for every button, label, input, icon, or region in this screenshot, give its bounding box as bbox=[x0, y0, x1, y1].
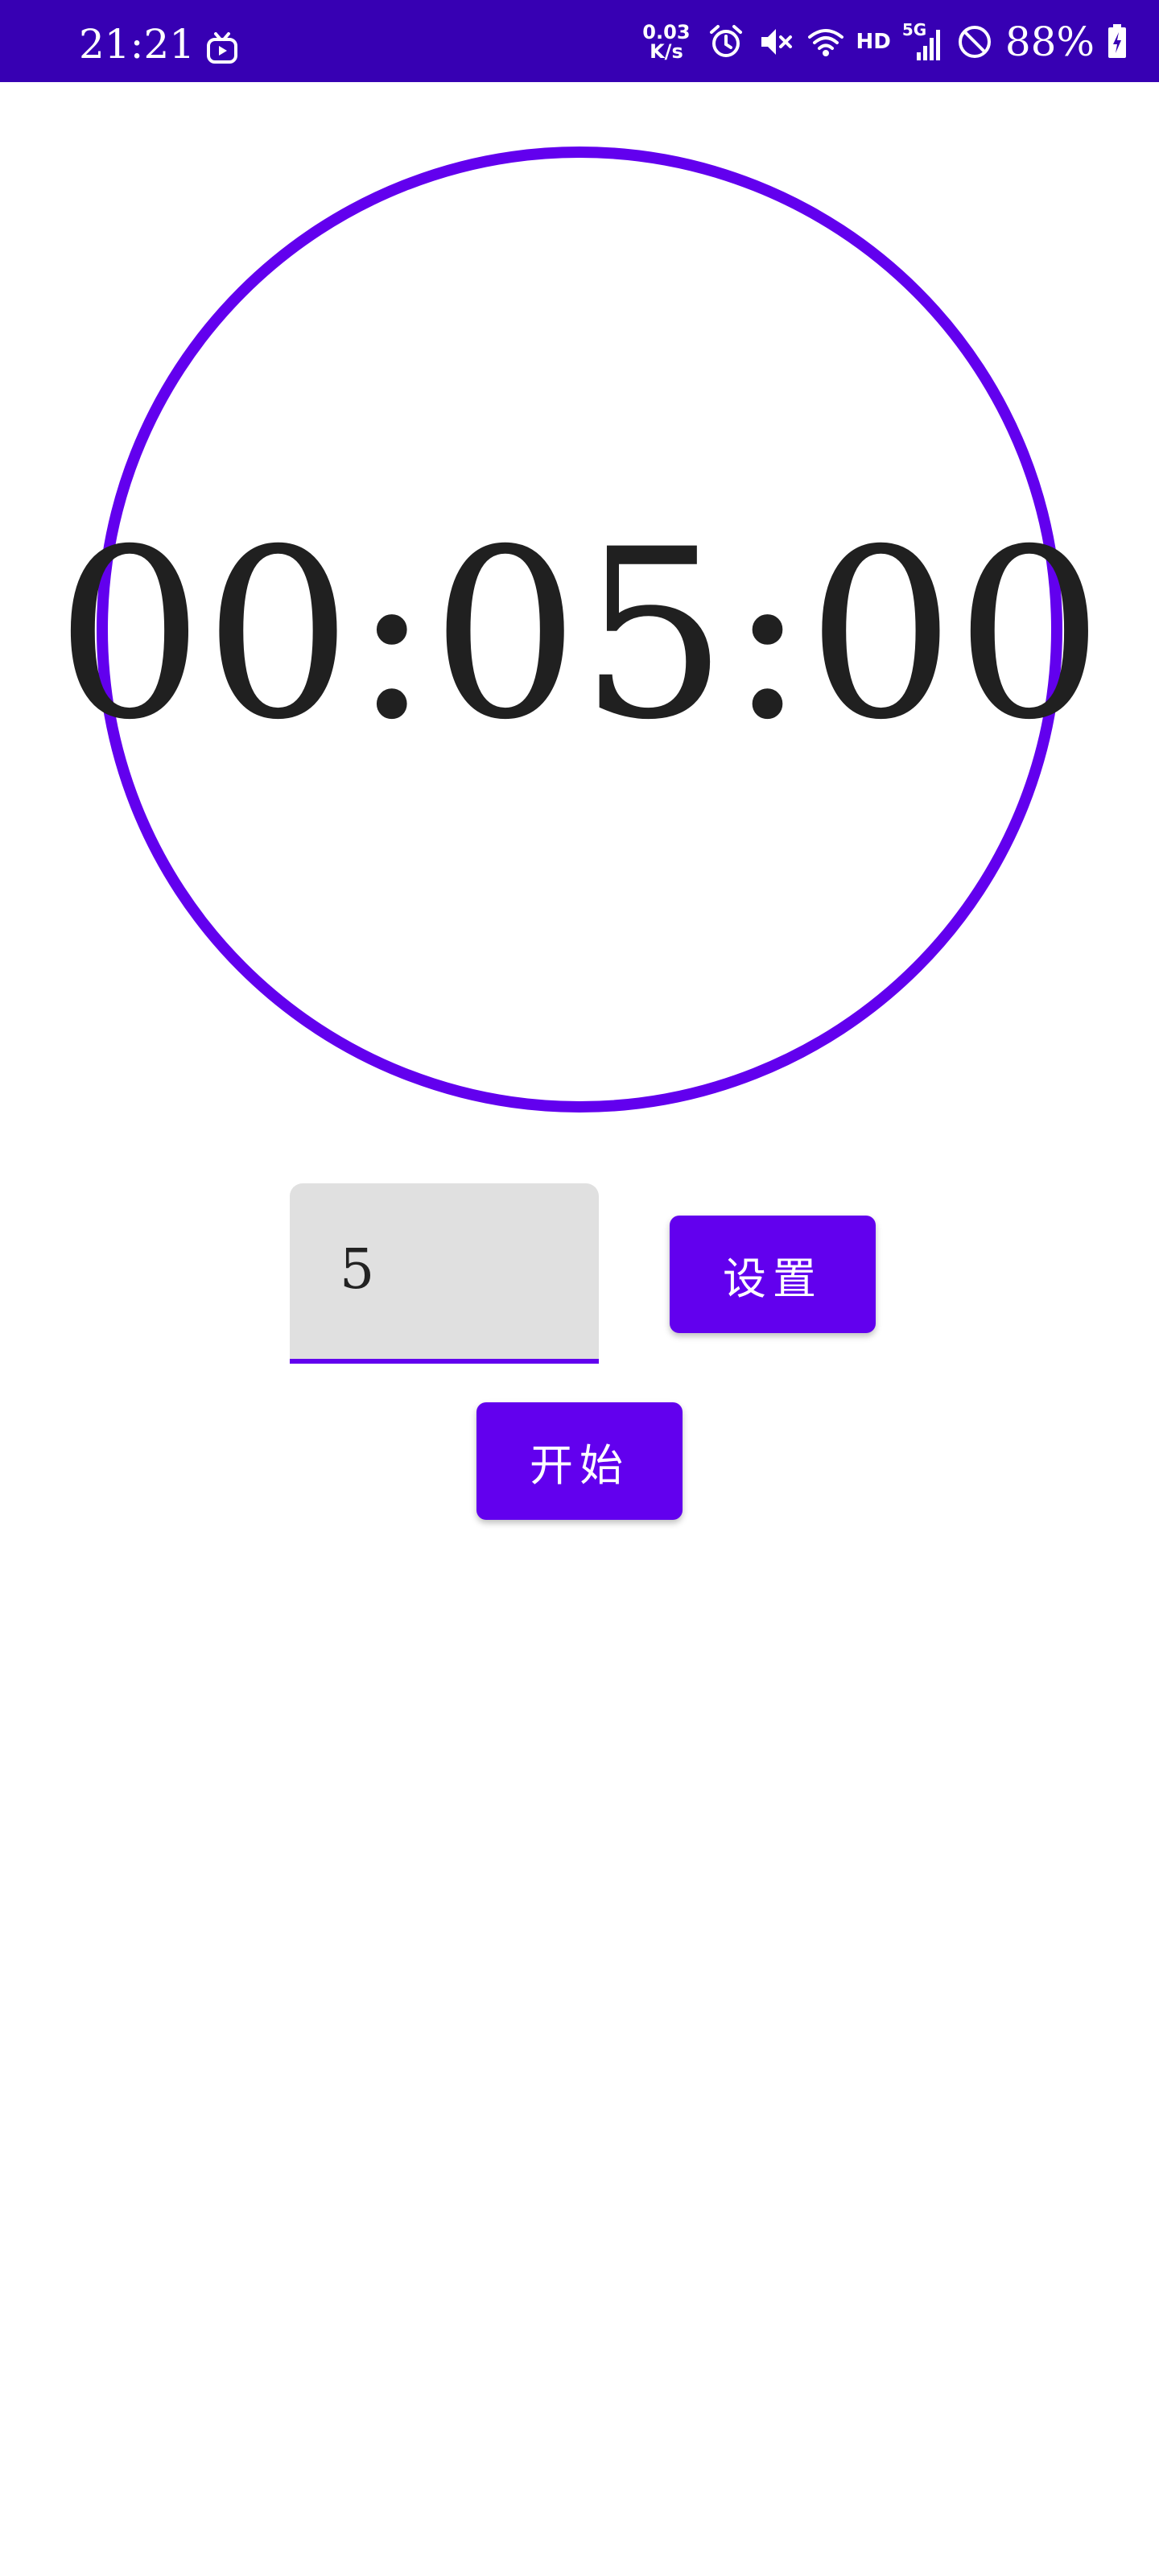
timer-display: 00:05:00 bbox=[55, 500, 1104, 771]
wifi-icon bbox=[807, 29, 843, 56]
tv-icon bbox=[207, 32, 237, 64]
speed-unit: K/s bbox=[650, 40, 683, 63]
hd-label: HD bbox=[856, 30, 891, 54]
status-icons: 0.03 K/s HD 5G 88% bbox=[642, 18, 1128, 66]
speed-value: 0.03 bbox=[642, 21, 691, 43]
do-not-disturb-icon bbox=[958, 26, 991, 58]
mute-icon bbox=[761, 29, 792, 55]
alarm-icon bbox=[709, 25, 742, 57]
set-button[interactable]: 设置 bbox=[670, 1216, 876, 1333]
battery-charging-icon bbox=[1108, 24, 1126, 58]
battery-percent: 88% bbox=[1004, 19, 1095, 65]
start-button[interactable]: 开始 bbox=[476, 1402, 683, 1520]
status-time: 21:21 bbox=[79, 21, 196, 68]
minutes-input-value: 5 bbox=[340, 1238, 375, 1302]
network-speed: 0.03 K/s bbox=[642, 23, 690, 61]
status-bar: 21:21 0.03 K/s HD 5G 88% bbox=[0, 0, 1159, 82]
signal-icon: 5G bbox=[902, 22, 944, 62]
minutes-input[interactable]: 5 bbox=[290, 1183, 599, 1364]
